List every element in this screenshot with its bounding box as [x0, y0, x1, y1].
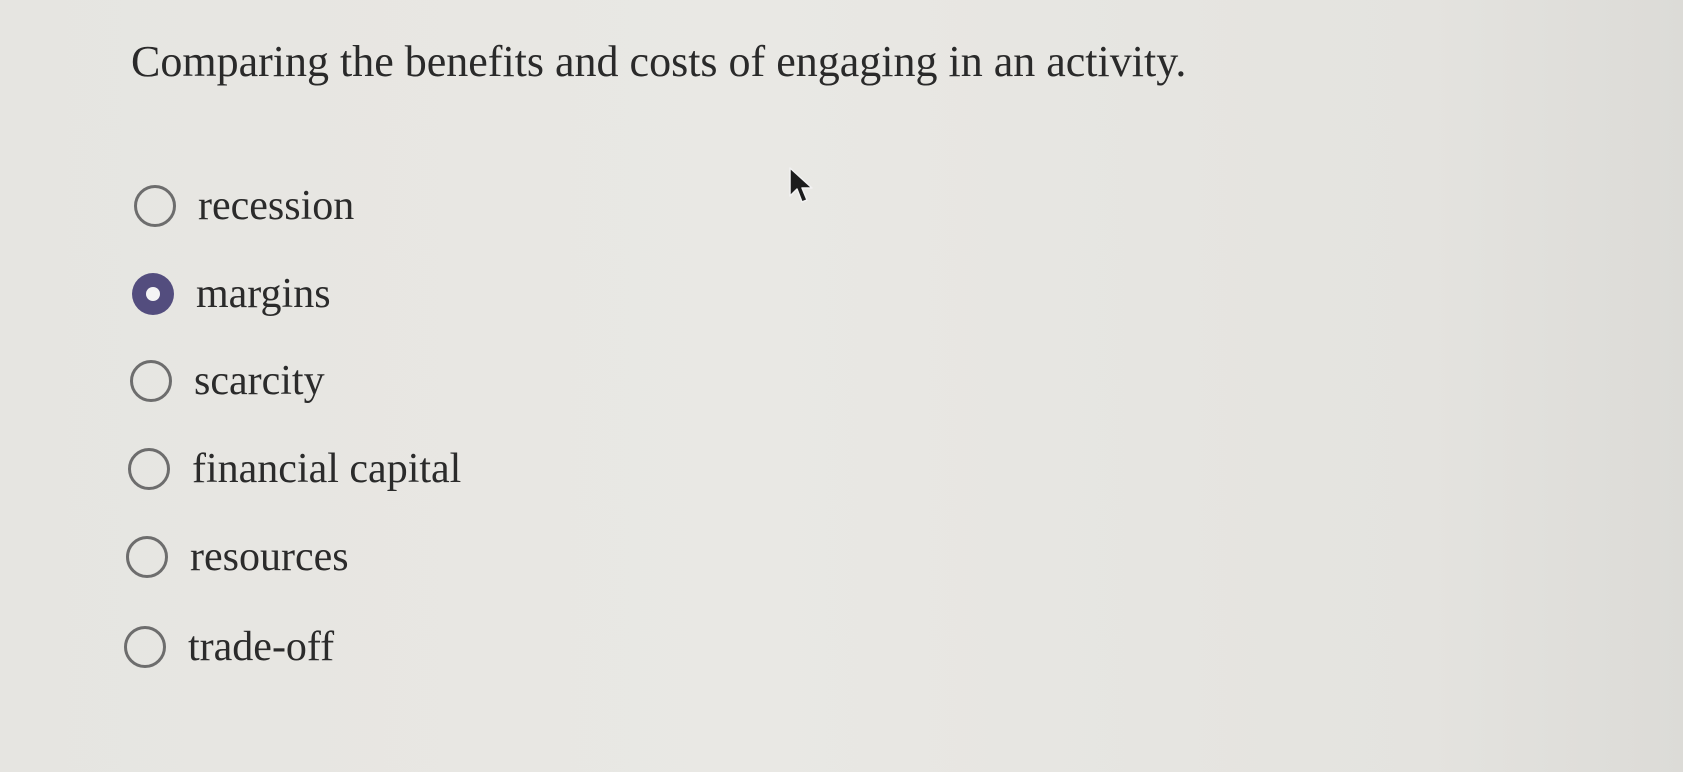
option-label: recession	[198, 183, 355, 229]
option-label: financial capital	[192, 446, 462, 492]
option-label: trade-off	[188, 624, 335, 670]
radio-button[interactable]	[126, 536, 168, 578]
radio-button[interactable]	[124, 626, 166, 668]
radio-button[interactable]	[130, 360, 172, 402]
option-label: scarcity	[194, 358, 325, 404]
option-label: resources	[190, 534, 349, 580]
answer-options: recession margins scarcity financial cap…	[0, 0, 1683, 772]
mouse-pointer-icon	[789, 167, 813, 203]
radio-button[interactable]	[128, 448, 170, 490]
option-trade-off[interactable]: trade-off	[124, 617, 334, 677]
option-margins[interactable]: margins	[132, 264, 331, 324]
radio-button-selected[interactable]	[132, 273, 174, 315]
option-scarcity[interactable]: scarcity	[130, 351, 325, 411]
option-resources[interactable]: resources	[126, 527, 349, 587]
option-recession[interactable]: recession	[134, 176, 354, 236]
option-financial-capital[interactable]: financial capital	[128, 439, 461, 499]
quiz-screen: Comparing the benefits and costs of enga…	[0, 0, 1683, 772]
radio-button[interactable]	[134, 185, 176, 227]
option-label: margins	[196, 271, 331, 317]
